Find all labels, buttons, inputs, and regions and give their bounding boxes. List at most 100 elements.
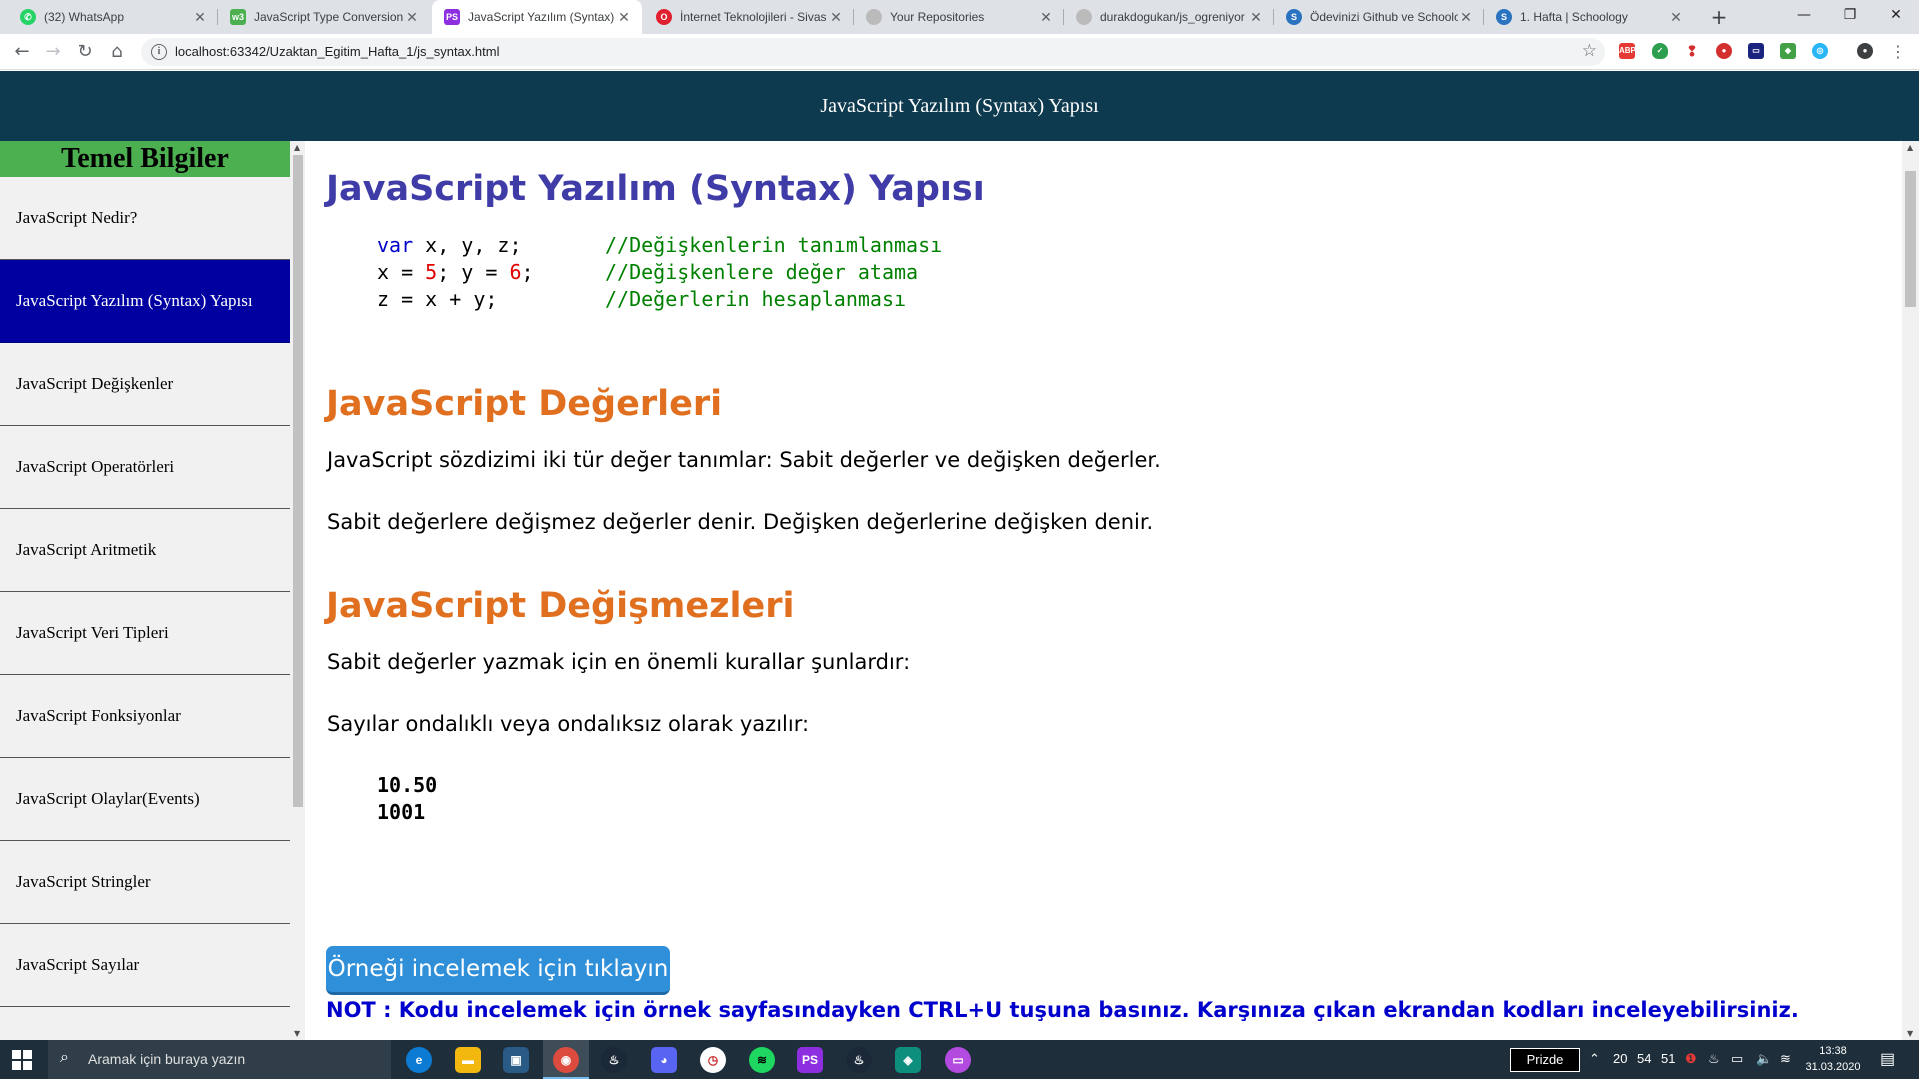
sidebar-item-syntax[interactable]: JavaScript Yazılım (Syntax) Yapısı [0,260,290,343]
literals-paragraph-2: Sayılar ondalıklı veya ondalıksız olarak… [327,712,810,736]
sidebar-item-degiskenler[interactable]: JavaScript Değişkenler [0,343,290,426]
adblock-icon[interactable]: ABP [1619,43,1636,59]
tab-close-icon[interactable]: ✕ [1458,9,1474,26]
code-keyword: var [377,233,414,257]
sidebar-scrollbar[interactable]: ▲ ▼ [291,141,305,1040]
tab-close-icon[interactable]: ✕ [1248,9,1264,26]
site-info-icon[interactable]: i [151,44,167,60]
menu-kebab-icon[interactable]: ⋮ [1886,40,1910,64]
code-text: ; [521,260,534,284]
github-icon [866,9,882,25]
code-line-3: z = x + y; //Değerlerin hesaplanması [377,287,906,311]
clock-app-icon[interactable]: ◷ [700,1047,726,1073]
tray-power-status[interactable]: Prizde [1510,1048,1580,1072]
store-icon[interactable]: ▣ [503,1047,529,1073]
edge-icon[interactable]: e [406,1047,432,1073]
volume-icon[interactable]: 🔈 [1756,1051,1772,1067]
steam-icon[interactable]: ♨ [846,1047,872,1073]
tab-whatsapp[interactable]: ✆ (32) WhatsApp ✕ [8,0,218,34]
notification-badge-icon[interactable]: ❶ [1685,1051,1697,1067]
tab-close-icon[interactable]: ✕ [404,9,420,26]
taskbar-search[interactable]: ⌕ Aramak için buraya yazın [48,1040,391,1079]
tab-internet-teknolojileri[interactable]: O İnternet Teknolojileri - Sivas ✕ [644,0,854,34]
screen-icon[interactable]: ▭ [1748,43,1764,59]
minimize-icon[interactable]: — [1781,0,1827,30]
phpstorm-icon: PS [444,9,460,25]
pycharm-icon[interactable]: ◈ [895,1047,921,1073]
page-viewport: JavaScript Yazılım (Syntax) Yapısı Temel… [0,71,1919,1040]
main-scroll-thumb[interactable] [1905,171,1916,307]
steam-tray-icon[interactable]: ♨ [1708,1051,1720,1067]
tab-title: durakdogukan/js_ogreniyor [1100,10,1245,24]
windows-start-icon[interactable] [12,1050,32,1070]
address-bar[interactable]: i localhost:63342/Uzaktan_Egitim_Hafta_1… [141,38,1605,66]
close-window-icon[interactable]: ✕ [1873,0,1919,30]
tray-number: 51 [1661,1051,1676,1066]
tab-close-icon[interactable]: ✕ [1038,9,1054,26]
reload-icon[interactable]: ↻ [73,40,97,64]
tab-schoology-odev[interactable]: S Ödevinizi Github ve Schoolo ✕ [1274,0,1484,34]
home-icon[interactable]: ⌂ [105,40,129,64]
chevron-up-icon[interactable]: ⌃ [1589,1051,1600,1067]
back-icon[interactable]: ← [10,40,34,64]
tab-your-repositories[interactable]: Your Repositories ✕ [854,0,1064,34]
battery-icon[interactable]: ▭ [1731,1051,1743,1067]
scroll-up-arrow-icon[interactable]: ▲ [1907,143,1913,152]
shield-icon[interactable]: ✓ [1652,43,1668,59]
code-comment: //Değişkenlere değer atama [605,260,919,284]
phpstorm-icon[interactable]: PS [797,1047,823,1073]
sidebar-item-operatorler[interactable]: JavaScript Operatörleri [0,426,290,509]
spotify-icon[interactable]: ≋ [749,1047,775,1073]
tab-type-conversion[interactable]: w3 JavaScript Type Conversion ✕ [218,0,430,34]
tab-title: Ödevinizi Github ve Schoolo [1310,10,1458,24]
bookmark-star-icon[interactable]: ☆ [1582,41,1597,61]
tab-close-icon[interactable]: ✕ [192,9,208,26]
system-clock[interactable]: 13:38 31.03.2020 [1804,1043,1862,1075]
chrome-icon[interactable]: ◉ [553,1047,579,1073]
forward-icon[interactable]: → [41,40,65,64]
tab-close-icon[interactable]: ✕ [616,9,632,26]
code-comment: //Değişkenlerin tanımlanması [605,233,943,257]
extension-icon[interactable]: ◆ [1780,43,1796,59]
sidebar-item-nedir[interactable]: JavaScript Nedir? [0,177,290,260]
main-scrollbar[interactable]: ▲ ▼ [1902,141,1919,1040]
tab-close-icon[interactable]: ✕ [828,9,844,26]
steam-icon[interactable]: ♨ [601,1047,627,1073]
sidebar-item-stringler[interactable]: JavaScript Stringler [0,841,290,924]
tab-github-repo[interactable]: durakdogukan/js_ogreniyor ✕ [1064,0,1274,34]
values-paragraph-1: JavaScript sözdizimi iki tür değer tanım… [327,448,1161,472]
code-text: ; y = [437,260,510,284]
stop-icon[interactable]: ● [1716,43,1732,59]
scroll-down-arrow-icon[interactable]: ▼ [294,1029,300,1038]
sidebar-item-veri-tipleri[interactable]: JavaScript Veri Tipleri [0,592,290,675]
discord-icon[interactable]: ◕ [651,1047,677,1073]
sidebar-scroll-thumb[interactable] [293,155,303,807]
new-tab-button[interactable]: + [1706,4,1732,30]
pin-icon[interactable]: ❢ [1684,43,1700,59]
page-title: JavaScript Yazılım (Syntax) Yapısı [326,169,985,209]
scroll-up-arrow-icon[interactable]: ▲ [294,143,300,152]
whatsapp-icon: ✆ [20,9,36,25]
example-button[interactable]: Örneği incelemek için tıklayın [326,946,670,995]
sidebar-item-sayilar[interactable]: JavaScript Sayılar [0,924,290,1007]
tab-close-icon[interactable]: ✕ [1668,9,1684,26]
sidebar-item-aritmetik[interactable]: JavaScript Aritmetik [0,509,290,592]
sidebar-heading: Temel Bilgiler [0,141,290,177]
wifi-icon[interactable]: ≋ [1780,1051,1791,1067]
browser-tabstrip: ✆ (32) WhatsApp ✕ w3 JavaScript Type Con… [0,0,1919,34]
restore-icon[interactable]: ❐ [1827,0,1873,30]
tab-schoology-hafta[interactable]: S 1. Hafta | Schoology ✕ [1484,0,1694,34]
tray-number: 20 [1613,1051,1628,1066]
file-explorer-icon[interactable]: ▬ [455,1047,481,1073]
app-icon[interactable]: ▭ [945,1047,971,1073]
clock-date: 31.03.2020 [1805,1061,1861,1073]
scroll-down-arrow-icon[interactable]: ▼ [1907,1029,1913,1038]
profile-avatar[interactable]: ● [1857,43,1873,59]
sidebar-item-fonksiyonlar[interactable]: JavaScript Fonksiyonlar [0,675,290,758]
action-center-icon[interactable]: ▤ [1880,1049,1895,1069]
translate-icon[interactable]: ◎ [1812,43,1828,59]
url-text[interactable]: localhost:63342/Uzaktan_Egitim_Hafta_1/j… [175,44,499,59]
w3-icon: w3 [230,9,246,25]
tab-syntax-active[interactable]: PS JavaScript Yazılım (Syntax) Y ✕ [432,0,642,34]
sidebar-item-olaylar[interactable]: JavaScript Olaylar(Events) [0,758,290,841]
